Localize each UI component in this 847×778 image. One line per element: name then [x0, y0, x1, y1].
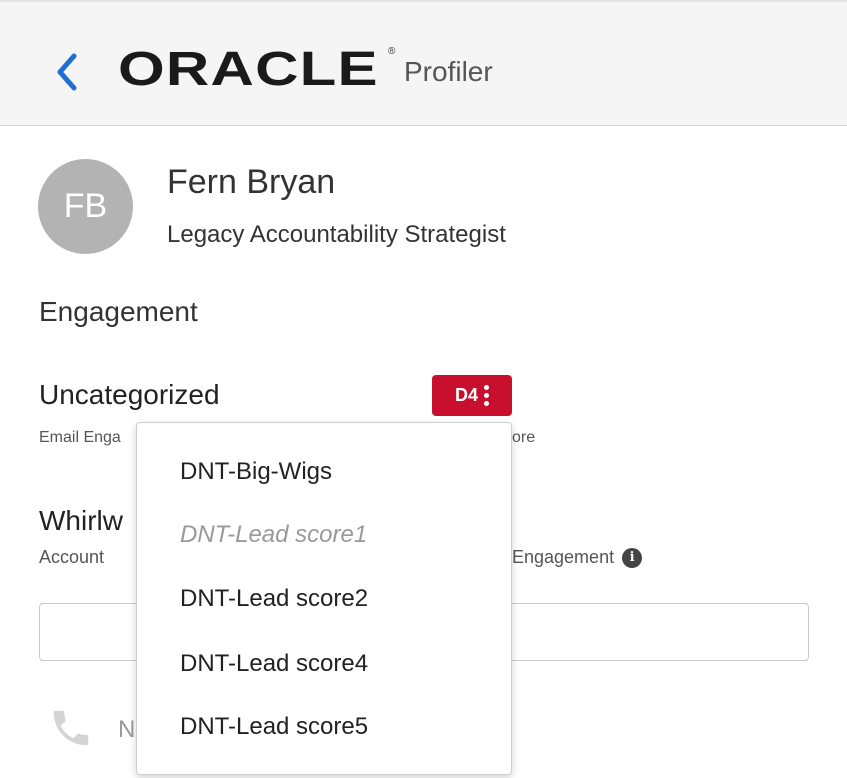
avatar: FB	[38, 159, 133, 254]
dropdown-item-lead-score2[interactable]: DNT-Lead score2	[180, 585, 368, 613]
category-title: Uncategorized	[39, 379, 220, 410]
account-label: Account	[39, 547, 105, 567]
category-subtitle-left: Email Enga	[39, 429, 121, 446]
account-engagement-label: Engagement	[512, 547, 615, 567]
score-dropdown-menu: DNT-Big-Wigs DNT-Lead score1 DNT-Lead sc…	[136, 422, 512, 775]
back-button[interactable]	[52, 52, 82, 92]
info-icon[interactable]: i	[622, 547, 643, 568]
chevron-left-icon	[57, 53, 77, 91]
phone-icon	[48, 705, 94, 751]
contact-title: Legacy Accountability Strategist	[167, 221, 506, 248]
score-badge-button[interactable]: D4	[432, 375, 512, 416]
dropdown-item-big-wigs[interactable]: DNT-Big-Wigs	[180, 458, 332, 486]
score-badge-label: D4	[454, 385, 478, 405]
dropdown-item-lead-score4[interactable]: DNT-Lead score4	[180, 650, 368, 678]
category-subtitle-right: ore	[512, 429, 536, 446]
account-engagement: Engagement i	[512, 547, 643, 568]
contact-name: Fern Bryan	[167, 163, 336, 201]
dropdown-item-lead-score5[interactable]: DNT-Lead score5	[180, 713, 368, 741]
avatar-initials: FB	[63, 187, 108, 225]
kebab-menu-icon	[484, 385, 489, 406]
app-header: ORACLE ® Profiler	[0, 0, 847, 126]
phone-text: N	[118, 716, 136, 743]
account-title: Whirlw	[39, 505, 123, 536]
dropdown-item-lead-score1: DNT-Lead score1	[180, 521, 368, 548]
engagement-section-title: Engagement	[39, 296, 198, 327]
oracle-logo: ORACLE ®	[118, 43, 396, 96]
product-name: Profiler	[404, 56, 493, 87]
